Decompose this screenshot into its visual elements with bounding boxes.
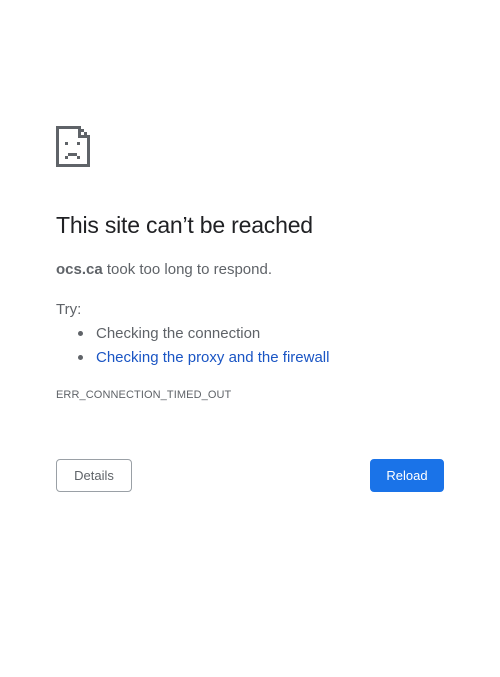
list-item: Checking the proxy and the firewall — [56, 347, 329, 371]
host-name: ocs.ca — [56, 261, 103, 278]
error-summary-text: took too long to respond. — [102, 261, 272, 278]
bullet-icon — [78, 355, 83, 360]
error-summary: ocs.ca took too long to respond. — [56, 261, 272, 278]
suggestion-list: Checking the connection Checking the pro… — [56, 323, 329, 371]
bullet-icon — [78, 331, 83, 336]
page-title: This site can’t be reached — [56, 212, 313, 238]
list-item: Checking the connection — [56, 323, 329, 347]
sad-page-icon — [56, 126, 90, 167]
try-label: Try: — [56, 301, 82, 318]
error-code: ERR_CONNECTION_TIMED_OUT — [56, 389, 232, 401]
error-page: This site can’t be reached ocs.ca took t… — [0, 0, 500, 677]
details-button[interactable]: Details — [56, 459, 132, 492]
suggestion-checking-connection: Checking the connection — [96, 325, 261, 342]
proxy-firewall-link[interactable]: Checking the proxy and the firewall — [96, 349, 329, 366]
reload-button[interactable]: Reload — [370, 459, 444, 492]
